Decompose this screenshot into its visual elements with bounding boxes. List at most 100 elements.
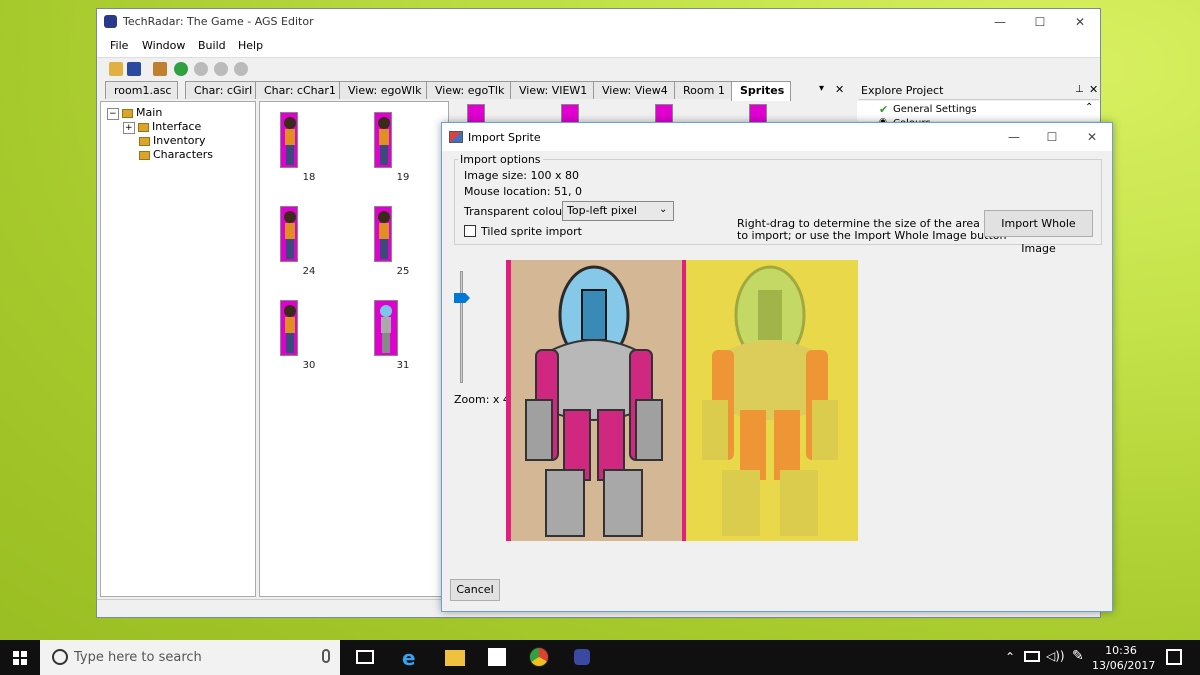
tab-char-cgirl[interactable]: Char: cGirl bbox=[185, 81, 260, 99]
document-tabs: room1.asc Char: cGirl Char: cChar1 View:… bbox=[97, 81, 857, 101]
tab-dropdown-icon[interactable]: ▾ bbox=[819, 83, 824, 94]
menu-file[interactable]: File bbox=[110, 39, 128, 52]
tree-node-inventory[interactable]: Inventory bbox=[139, 134, 206, 147]
import-sprite-dialog: Import Sprite — ☐ ✕ Import options Image… bbox=[441, 122, 1113, 612]
menu-window[interactable]: Window bbox=[142, 39, 185, 52]
maximize-button[interactable]: ☐ bbox=[1020, 9, 1060, 35]
chrome-icon[interactable] bbox=[529, 647, 549, 667]
sprite-thumb-25[interactable] bbox=[374, 206, 392, 262]
tab-char-cchar1[interactable]: Char: cChar1 bbox=[255, 81, 343, 99]
project-tree: − Main + Interface Inventory Characters bbox=[100, 101, 256, 597]
title-bar: TechRadar: The Game - AGS Editor — ☐ ✕ bbox=[97, 9, 1100, 35]
stop-icon[interactable] bbox=[234, 62, 248, 76]
image-size-text: Image size: 100 x 80 bbox=[464, 169, 579, 182]
search-icon bbox=[52, 649, 68, 665]
toolbar bbox=[97, 57, 1100, 81]
explore-list: ✔ General Settings ◉ Colours ⌃ bbox=[857, 101, 1100, 129]
tab-room1-asc[interactable]: room1.asc bbox=[105, 81, 179, 99]
import-sprite-icon bbox=[449, 131, 463, 143]
import-whole-image-button[interactable]: Import Whole Image bbox=[984, 210, 1093, 255]
save-icon[interactable] bbox=[127, 62, 141, 76]
sprite-preview-image bbox=[506, 260, 858, 541]
microphone-icon[interactable] bbox=[322, 649, 330, 663]
clock-time[interactable]: 10:36 bbox=[1096, 644, 1146, 657]
transparent-colour-value: Top-left pixel bbox=[567, 204, 637, 217]
dialog-close-button[interactable]: ✕ bbox=[1072, 124, 1112, 150]
tiled-import-checkbox[interactable] bbox=[464, 225, 476, 237]
tab-view-view1[interactable]: View: VIEW1 bbox=[510, 81, 595, 99]
network-icon[interactable] bbox=[1024, 651, 1040, 662]
tab-room-1[interactable]: Room 1 bbox=[674, 81, 732, 99]
explore-title: Explore Project bbox=[861, 84, 944, 97]
menu-help[interactable]: Help bbox=[238, 39, 263, 52]
import-options-label: Import options bbox=[458, 153, 543, 166]
task-view-icon[interactable] bbox=[356, 650, 374, 664]
cancel-button[interactable]: Cancel bbox=[450, 579, 500, 601]
pause-icon[interactable] bbox=[194, 62, 208, 76]
mouse-location-text: Mouse location: 51, 0 bbox=[464, 185, 583, 198]
tab-view-egotlk[interactable]: View: egoTlk bbox=[426, 81, 512, 99]
tab-view-egowlk[interactable]: View: egoWlk bbox=[339, 81, 429, 99]
taskbar: Type here to search e ⌃ ◁)) ✎ 10:36 13/0… bbox=[0, 640, 1200, 675]
sprite-number: 18 bbox=[302, 172, 316, 183]
search-placeholder: Type here to search bbox=[74, 650, 202, 665]
folder-icon bbox=[139, 150, 150, 160]
transparent-colour-select[interactable]: Top-left pixel ⌄ bbox=[562, 201, 674, 221]
run-icon[interactable] bbox=[174, 62, 188, 76]
file-explorer-icon[interactable] bbox=[445, 650, 465, 666]
store-icon[interactable] bbox=[488, 648, 506, 666]
collapse-icon[interactable]: − bbox=[107, 108, 119, 120]
tab-sprites[interactable]: Sprites bbox=[731, 81, 792, 101]
notification-icon[interactable] bbox=[1166, 649, 1182, 665]
edge-browser-icon[interactable]: e bbox=[402, 646, 416, 670]
folder-icon bbox=[139, 136, 150, 146]
chevron-up-icon[interactable]: ⌃ bbox=[1005, 650, 1015, 664]
zoom-slider-thumb[interactable] bbox=[454, 293, 470, 303]
tree-node-interface[interactable]: + Interface bbox=[123, 120, 201, 134]
checkmark-icon: ✔ bbox=[879, 103, 889, 116]
expand-icon[interactable]: + bbox=[123, 122, 135, 134]
sprite-number: 25 bbox=[396, 266, 410, 277]
sprite-thumb-31[interactable] bbox=[374, 300, 398, 356]
open-folder-icon[interactable] bbox=[109, 62, 123, 76]
tab-close-icon[interactable]: ✕ bbox=[835, 83, 844, 96]
sprite-number: 31 bbox=[396, 360, 410, 371]
sprite-thumb-18[interactable] bbox=[280, 112, 298, 168]
tree-node-main[interactable]: − Main bbox=[107, 106, 162, 120]
sprite-number: 24 bbox=[302, 266, 316, 277]
folder-icon bbox=[138, 122, 150, 132]
sprite-thumb-24[interactable] bbox=[280, 206, 298, 262]
dialog-title: Import Sprite bbox=[468, 131, 541, 144]
volume-icon[interactable]: ◁)) bbox=[1046, 649, 1065, 663]
zoom-label: Zoom: x 4 bbox=[454, 393, 510, 406]
panel-close-icon[interactable]: ✕ bbox=[1089, 83, 1098, 96]
sprite-thumb-19[interactable] bbox=[374, 112, 392, 168]
pen-icon[interactable]: ✎ bbox=[1072, 648, 1084, 664]
scroll-up-icon[interactable]: ⌃ bbox=[1085, 102, 1093, 113]
window-title: TechRadar: The Game - AGS Editor bbox=[123, 15, 314, 28]
dialog-minimize-button[interactable]: — bbox=[994, 124, 1034, 150]
tiled-import-label: Tiled sprite import bbox=[481, 225, 582, 238]
ags-taskbar-icon[interactable] bbox=[574, 649, 590, 665]
windows-start-icon[interactable] bbox=[13, 651, 27, 665]
sprite-preview[interactable] bbox=[506, 260, 858, 541]
build-icon[interactable] bbox=[153, 62, 167, 76]
taskbar-search-box[interactable]: Type here to search bbox=[40, 640, 340, 675]
minimize-button[interactable]: — bbox=[980, 9, 1020, 35]
step-icon[interactable] bbox=[214, 62, 228, 76]
folder-icon bbox=[122, 108, 134, 118]
dialog-maximize-button[interactable]: ☐ bbox=[1032, 124, 1072, 150]
tab-view-view4[interactable]: View: View4 bbox=[593, 81, 675, 99]
explore-item-general-settings[interactable]: General Settings bbox=[893, 104, 977, 115]
clock-date[interactable]: 13/06/2017 bbox=[1092, 659, 1155, 672]
hint-text-line2: to import; or use the Import Whole Image… bbox=[737, 229, 1007, 242]
sprite-thumb-30[interactable] bbox=[280, 300, 298, 356]
tree-node-characters[interactable]: Characters bbox=[139, 148, 213, 161]
dialog-title-bar: Import Sprite — ☐ ✕ bbox=[442, 123, 1112, 151]
pin-icon[interactable]: ⊥ bbox=[1075, 84, 1084, 95]
ags-app-icon bbox=[104, 15, 117, 28]
menu-bar: File Window Build Help bbox=[97, 35, 1100, 57]
close-button[interactable]: ✕ bbox=[1060, 9, 1100, 35]
menu-build[interactable]: Build bbox=[198, 39, 226, 52]
zoom-slider-track[interactable] bbox=[460, 271, 463, 383]
